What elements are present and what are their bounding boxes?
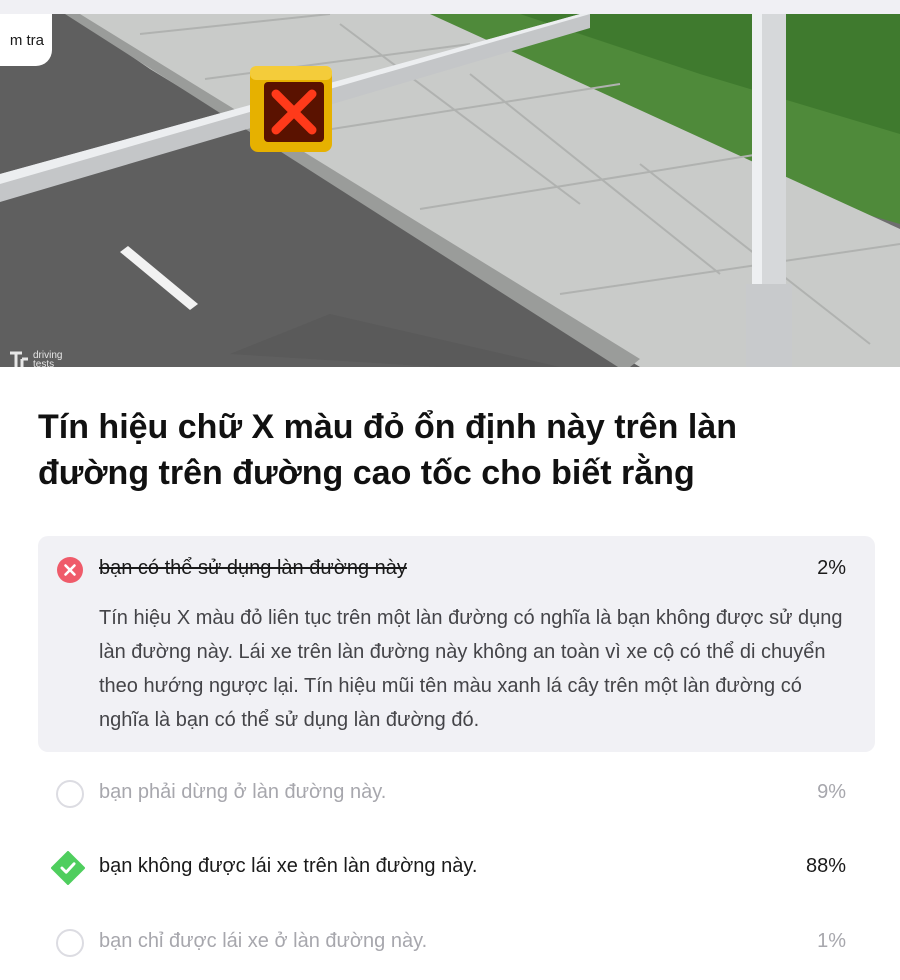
answer-text: bạn không được lái xe trên làn đường này… (99, 855, 478, 877)
top-strip (0, 0, 900, 14)
answer-option-3[interactable]: bạn không được lái xe trên làn đường này… (38, 851, 875, 885)
watermark-text-2: tests (33, 359, 55, 368)
answer-option-4[interactable]: bạn chỉ được lái xe ở làn đường này. 1% (38, 927, 875, 957)
quiz-page: driving tests m tra Tín hiệu chữ X màu đ… (0, 0, 900, 980)
answer-explanation: Tín hiệu X màu đỏ liên tục trên một làn … (99, 607, 843, 731)
answer-text: bạn phải dừng ở làn đường này. (99, 781, 387, 803)
answer-option-2[interactable]: bạn phải dừng ở làn đường này. 9% (38, 778, 875, 808)
driving-tests-logo-icon (10, 351, 28, 367)
answer-text: bạn chỉ được lái xe ở làn đường này. (99, 930, 428, 952)
answer-row: bạn không được lái xe trên làn đường này… (38, 851, 875, 885)
empty-radio-icon (56, 780, 84, 808)
answer-row: bạn phải dừng ở làn đường này. 9% (38, 778, 875, 808)
answer-text: bạn có thể sử dụng làn đường này (99, 557, 407, 579)
answer-option-1[interactable]: bạn có thể sử dụng làn đường này 2% Tín … (38, 536, 875, 752)
answer-row: bạn có thể sử dụng làn đường này 2% (38, 554, 875, 584)
check-diamond-icon (51, 851, 85, 885)
x-circle-icon (57, 557, 83, 583)
question-image: driving tests (0, 14, 900, 367)
question-title: Tín hiệu chữ X màu đỏ ổn định này trên l… (38, 408, 737, 492)
answer-percent: 2% (817, 557, 846, 579)
answer-percent: 1% (817, 930, 846, 952)
back-button[interactable]: m tra (0, 14, 52, 66)
back-button-label: m tra (9, 31, 44, 49)
answer-percent: 9% (817, 781, 846, 803)
empty-radio-icon (56, 929, 84, 957)
watermark-logo: driving tests (8, 350, 62, 367)
answer-percent: 88% (805, 855, 846, 877)
answer-row: bạn chỉ được lái xe ở làn đường này. 1% (38, 927, 875, 957)
